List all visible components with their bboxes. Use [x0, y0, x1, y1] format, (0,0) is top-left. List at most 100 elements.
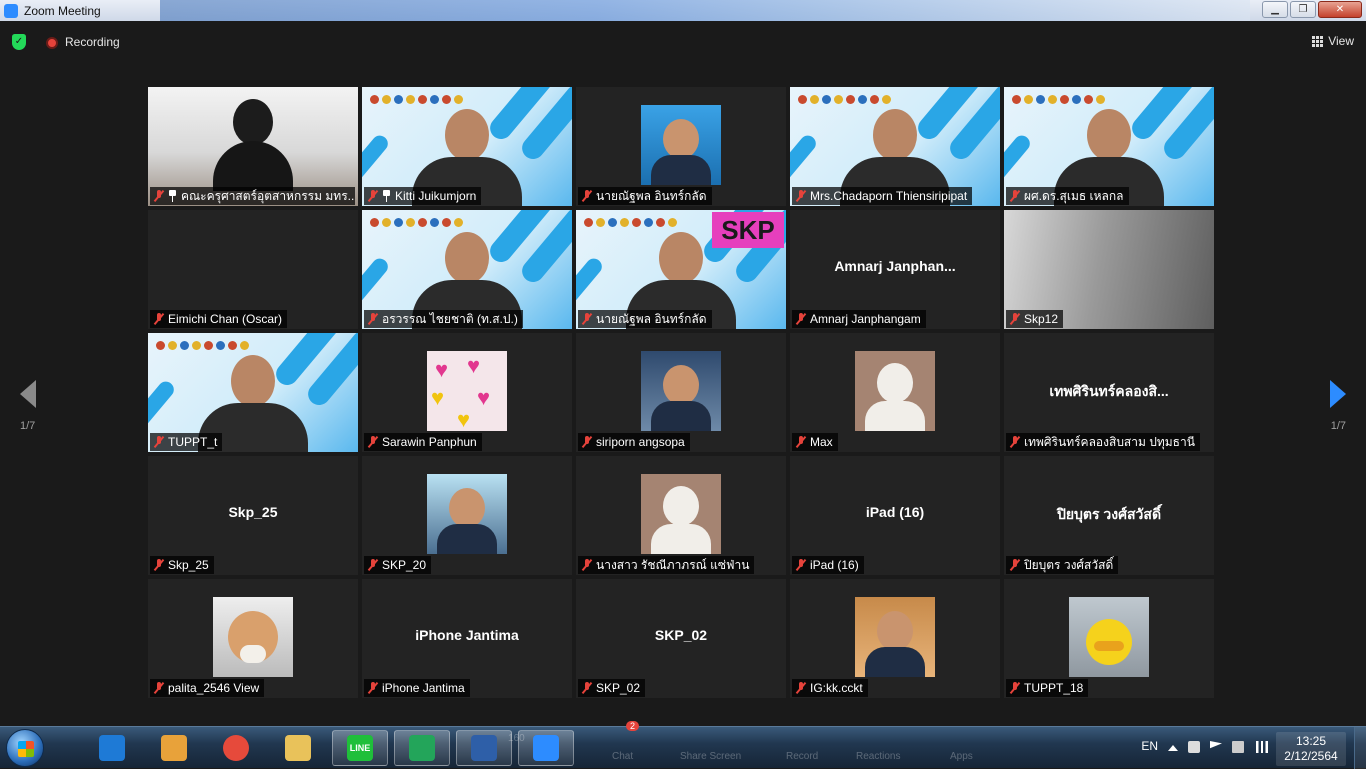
encryption-shield-icon[interactable]: ✓	[12, 34, 26, 50]
participant-name: iPad (16)	[810, 558, 859, 572]
grid-view-icon	[1312, 35, 1324, 47]
minimize-button[interactable]: ▁	[1262, 1, 1288, 18]
participant-tile[interactable]: Skp12	[1004, 210, 1214, 329]
participant-tile[interactable]: เทพศิรินทร์คลองสิ... เทพศิรินทร์คลองสิบสา…	[1004, 333, 1214, 452]
participant-tile[interactable]: นายณัฐพล อินทร์กลัด	[576, 87, 786, 206]
titlebar-background	[160, 0, 1250, 21]
start-button[interactable]	[6, 729, 44, 767]
window-title: Zoom Meeting	[24, 3, 101, 18]
mic-muted-icon	[1010, 436, 1020, 448]
recording-icon[interactable]	[46, 37, 58, 49]
participant-name-label: Amnarj Janphangam	[792, 310, 926, 328]
recording-label[interactable]: Recording	[65, 35, 120, 49]
participant-name-label: palita_2546 View	[150, 679, 265, 697]
taskbar-app-chrome[interactable]	[208, 730, 264, 766]
taskbar-app-internet-explorer[interactable]	[84, 730, 140, 766]
taskbar-app-media-player[interactable]	[146, 730, 202, 766]
participant-tile[interactable]: Skp_25 Skp_25	[148, 456, 358, 575]
participant-name: Amnarj Janphangam	[810, 312, 921, 326]
mic-muted-icon	[368, 313, 378, 325]
participant-tile[interactable]: iPhone Jantima iPhone Jantima	[362, 579, 572, 698]
taskbar-app-line[interactable]: LINE	[332, 730, 388, 766]
participant-name-label: iPhone Jantima	[364, 679, 470, 697]
apps-ghost: Apps	[950, 751, 973, 762]
participant-name: Eimichi Chan (Oscar)	[168, 312, 283, 326]
skp-badge: SKP	[712, 212, 784, 248]
media-player-icon	[161, 735, 187, 761]
chat-ghost: Chat	[612, 751, 634, 762]
battery-icon[interactable]	[1232, 741, 1244, 753]
view-button[interactable]: View	[1312, 34, 1354, 48]
participant-tile[interactable]: palita_2546 View	[148, 579, 358, 698]
participant-tile[interactable]: TUPPT_t	[148, 333, 358, 452]
mic-muted-icon	[796, 436, 806, 448]
participant-name-label: Sarawin Panphun	[364, 433, 482, 451]
previous-page-arrow-icon[interactable]	[20, 380, 36, 408]
taskbar-app-camera-app[interactable]	[456, 730, 512, 766]
window-controls: ▁ ❐ ✕	[1262, 1, 1362, 18]
taskbar-app-zoom[interactable]	[518, 730, 574, 766]
participant-tile[interactable]: ผศ.ดร.สุเมธ เหลกล	[1004, 87, 1214, 206]
participant-tile[interactable]: คณะครุศาสตร์อุตสาหกรรม มทร...	[148, 87, 358, 206]
participant-tile[interactable]: Eimichi Chan (Oscar)	[148, 210, 358, 329]
next-page-arrow-icon[interactable]	[1330, 380, 1346, 408]
participant-tile[interactable]: siriporn angsopa	[576, 333, 786, 452]
event-logos	[370, 95, 463, 104]
profile-picture	[855, 597, 935, 677]
zoom-icon	[533, 735, 559, 761]
record-ghost: Record	[786, 751, 819, 762]
participant-tile[interactable]: ปิยบุตร วงศ์สวัสดิ์ ปิยบุตร วงศ์สวัสดิ์	[1004, 456, 1214, 575]
participant-tile[interactable]: iPad (16) iPad (16)	[790, 456, 1000, 575]
participant-name-label: เทพศิรินทร์คลองสิบสาม ปทุมธานี	[1006, 433, 1200, 451]
mic-muted-icon	[368, 682, 378, 694]
participant-name-label: Skp_25	[150, 556, 214, 574]
mic-muted-icon	[154, 190, 164, 202]
mic-muted-icon	[582, 559, 592, 571]
participant-name: Max	[810, 435, 833, 449]
mic-muted-icon	[368, 190, 378, 202]
event-logos	[370, 218, 463, 227]
page-indicator-left: 1/7	[20, 420, 36, 432]
taskbar-app-file-explorer[interactable]	[270, 730, 326, 766]
show-desktop-button[interactable]	[1354, 727, 1366, 769]
event-logos	[1012, 95, 1105, 104]
event-logos	[156, 341, 249, 350]
line-icon: LINE	[347, 735, 373, 761]
close-button[interactable]: ✕	[1318, 1, 1362, 18]
profile-picture: ♥ ♥ ♥ ♥ ♥	[427, 351, 507, 431]
participant-name: Mrs.Chadaporn Thiensiripipat	[810, 189, 968, 203]
participant-name-label: iPad (16)	[792, 556, 864, 574]
volume-muted-icon[interactable]	[1188, 741, 1200, 753]
action-center-flag-icon[interactable]	[1210, 741, 1222, 749]
participant-tile[interactable]: TUPPT_18	[1004, 579, 1214, 698]
participant-tile[interactable]: SKP_20	[362, 456, 572, 575]
language-indicator[interactable]: EN	[1141, 739, 1158, 753]
participant-tile[interactable]: ♥ ♥ ♥ ♥ ♥ Sarawin Panphun	[362, 333, 572, 452]
taskbar-app-sheets[interactable]	[394, 730, 450, 766]
system-clock[interactable]: 13:25 2/12/2564	[1276, 732, 1346, 766]
chat-badge: 2	[626, 721, 640, 731]
participant-name-label: ผศ.ดร.สุเมธ เหลกล	[1006, 187, 1129, 205]
participant-tile[interactable]: อรวรรณ ไชยชาติ (ท.ส.ป.)	[362, 210, 572, 329]
clock-date: 2/12/2564	[1284, 749, 1338, 763]
participant-name-label: นายณัฐพล อินทร์กลัด	[578, 310, 712, 328]
participant-tile[interactable]: SKP_02 SKP_02	[576, 579, 786, 698]
participant-tile[interactable]: Max	[790, 333, 1000, 452]
participant-tile[interactable]: SKP นายณัฐพล อินทร์กลัด	[576, 210, 786, 329]
network-signal-icon[interactable]	[1256, 741, 1268, 753]
reactions-ghost: Reactions	[856, 751, 901, 762]
participant-name: IG:kk.cckt	[810, 681, 863, 695]
pin-icon	[168, 190, 177, 202]
maximize-button[interactable]: ❐	[1290, 1, 1316, 18]
tray-expand-icon[interactable]	[1168, 745, 1178, 751]
participant-name-label: คณะครุศาสตร์อุตสาหกรรม มทร...	[150, 187, 355, 205]
participant-tile[interactable]: นางสาว รัชณีภาภรณ์ แซ่ฟ่าน	[576, 456, 786, 575]
participant-tile[interactable]: IG:kk.cckt	[790, 579, 1000, 698]
participant-tile[interactable]: Kitti Juikumjorn	[362, 87, 572, 206]
participant-name-label: Mrs.Chadaporn Thiensiripipat	[792, 187, 973, 205]
event-logos	[584, 218, 677, 227]
participant-tile[interactable]: Amnarj Janphan... Amnarj Janphangam	[790, 210, 1000, 329]
participant-tile[interactable]: Mrs.Chadaporn Thiensiripipat	[790, 87, 1000, 206]
mic-muted-icon	[796, 682, 806, 694]
mic-muted-icon	[796, 190, 806, 202]
